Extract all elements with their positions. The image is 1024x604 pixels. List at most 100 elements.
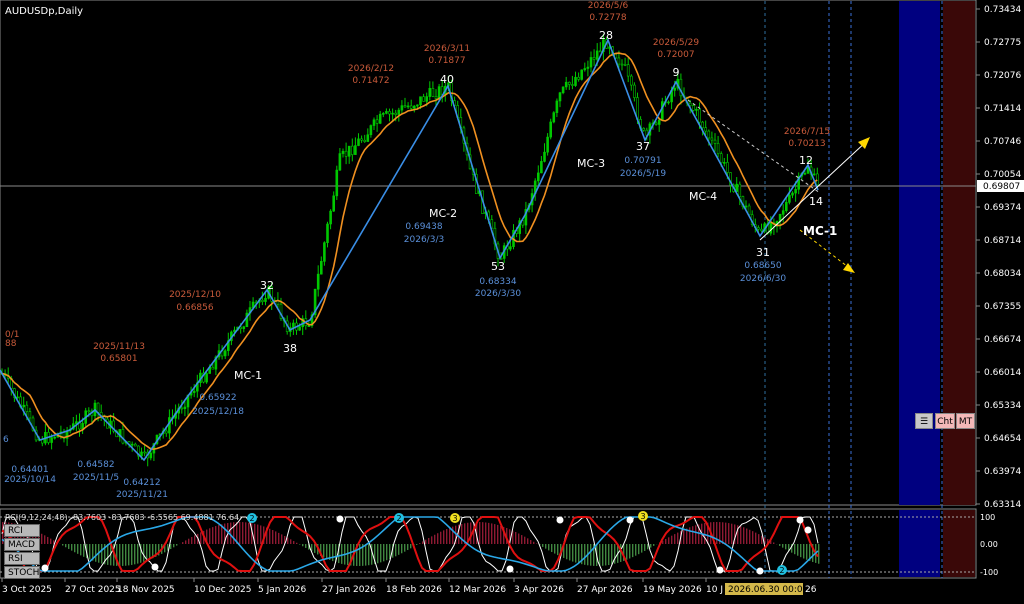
ann-price: 0.64212 [123, 478, 160, 488]
ann-date: 2026/3/3 [404, 235, 444, 245]
signal-dot-icon [797, 517, 804, 524]
price-tick: 0.72775 [984, 38, 1021, 48]
ann-price: 0.69438 [405, 222, 442, 232]
signal-marker-label: 3 [640, 512, 645, 521]
wave-label: 38 [283, 342, 297, 355]
wave-label: 9 [673, 66, 680, 79]
price-tick: 0.70054 [984, 170, 1021, 180]
ann-price: 0.64401 [11, 465, 48, 475]
time-tick: 27 Apr 2026 [577, 585, 633, 595]
price-tick: 0.67355 [984, 302, 1021, 312]
ann-date: 2026/3/11 [424, 44, 470, 54]
ind-level-label: 0.00 [980, 540, 998, 549]
wave-label: 32 [260, 279, 274, 292]
wave-label: 40 [440, 73, 454, 86]
ann-price: 0.68334 [479, 277, 516, 287]
time-tick: 12 Mar 2026 [449, 585, 506, 595]
signal-marker-label: 3 [452, 514, 457, 523]
signal-dot-icon [337, 516, 344, 523]
price-tick: 0.71414 [984, 104, 1021, 114]
ann-date: 2025/11/13 [93, 342, 145, 352]
ind-level-label: 100 [980, 513, 995, 522]
signal-marker-label: 2 [249, 514, 254, 523]
time-tick: 5 Jan 2026 [258, 585, 306, 595]
mt-button[interactable]: MT [956, 413, 975, 429]
blue-zone-ind [899, 510, 940, 577]
symbol-title: AUDUSDp,Daily [5, 6, 83, 17]
ann-date: 2026/5/6 [588, 1, 629, 11]
rsi-button[interactable]: RSI [4, 552, 40, 565]
time-tick: 10 Dec 2025 [194, 585, 252, 595]
chart-window[interactable]: AUDUSDp,Daily 0/1 88 6 0.64401 2025/10/1… [0, 0, 1024, 600]
time-axis: 3 Oct 202527 Oct 202518 Nov 202510 Dec 2… [2, 578, 723, 595]
ind-level-label: -100 [980, 568, 998, 577]
wave-label: 12 [799, 154, 813, 167]
chart-button[interactable]: Cht [935, 413, 955, 429]
price-tick: 0.66014 [984, 368, 1021, 378]
edge-label-b: 88 [5, 339, 17, 349]
ann-price: 0.72007 [657, 50, 694, 60]
ann-date: 2026/5/29 [653, 38, 699, 48]
price-chart[interactable]: AUDUSDp,Daily 0/1 88 6 0.64401 2025/10/1… [0, 0, 1024, 600]
ann-date: 2026/6/30 [740, 274, 786, 284]
signal-dot-icon [757, 568, 764, 575]
time-tick: 10 J [706, 585, 723, 595]
wave-label: 14 [809, 195, 823, 208]
signal-dot-icon [507, 566, 514, 573]
ann-date: 2026/5/19 [620, 169, 666, 179]
price-tick: 0.73434 [984, 5, 1021, 15]
rci-button[interactable]: RCI [4, 524, 40, 537]
signal-dot-icon [557, 517, 564, 524]
price-tick: 0.72076 [984, 71, 1021, 81]
mc-label: MC-1 [234, 369, 262, 382]
mc-label: MC-4 [689, 190, 717, 203]
ann-date: 2025/12/10 [169, 290, 221, 300]
ann-price: 0.70791 [624, 156, 661, 166]
mc-label: MC-2 [429, 207, 457, 220]
current-price-label: 0.69807 [983, 182, 1020, 192]
price-tick: 0.64654 [984, 434, 1021, 444]
ann-date: 2025/11/21 [116, 490, 168, 500]
macd-button[interactable]: MACD [4, 538, 40, 551]
wave-label: 53 [491, 260, 505, 273]
ann-date: 2025/11/5 [73, 473, 119, 483]
ann-price: 0.65922 [199, 393, 236, 403]
signal-dot-icon [717, 567, 724, 574]
signal-marker-label: 2 [779, 566, 784, 575]
red-zone-ind [943, 510, 975, 577]
wave-label: 37 [636, 140, 650, 153]
price-tick: 0.63314 [984, 500, 1021, 510]
price-tick: 0.68714 [984, 236, 1021, 246]
stoch-button[interactable]: STOCH [4, 566, 40, 579]
price-tick: 0.70746 [984, 137, 1021, 147]
signal-dot-icon [152, 564, 159, 571]
ann-date: 2026/3/30 [475, 289, 521, 299]
list-icon[interactable]: ☰ [915, 413, 933, 429]
time-tick: 18 Nov 2025 [117, 585, 175, 595]
price-tick: 0.68034 [984, 269, 1021, 279]
price-tick: 0.69374 [984, 203, 1021, 213]
wave-label: 28 [599, 29, 613, 42]
price-tick: 0.63974 [984, 467, 1021, 477]
ann-date: 2026/2/12 [348, 64, 394, 74]
ann-price: 0.71877 [428, 56, 465, 66]
ann-date: 2026/7/15 [784, 127, 830, 137]
signal-dot-icon [805, 527, 812, 534]
price-axis: 0.73434 0.72775 0.72076 0.71414 0.70746 0.700… [976, 5, 1021, 510]
time-tail-label: 26 [805, 585, 817, 595]
price-tick: 0.66674 [984, 335, 1021, 345]
crosshair-time-label: 2026.06.30 00:00 [728, 585, 809, 595]
time-tick: 18 Feb 2026 [386, 585, 442, 595]
ann-price: 0.71472 [352, 76, 389, 86]
wave-label: 31 [756, 246, 770, 259]
mc-label: MC-3 [577, 157, 605, 170]
ann-price: 0.68650 [744, 261, 781, 271]
edge-label-c: 6 [3, 435, 9, 445]
time-tick: 3 Apr 2026 [514, 585, 564, 595]
signal-marker-label: 2 [396, 514, 401, 523]
ann-price: 0.72778 [589, 13, 626, 23]
ann-price: 0.64582 [77, 460, 114, 470]
indicator-header: RCI(9,12,24,48) -83.7603 -83.7603 -6.556… [5, 513, 239, 522]
ann-date: 2025/12/18 [192, 407, 244, 417]
ann-price: 0.66856 [176, 303, 213, 313]
